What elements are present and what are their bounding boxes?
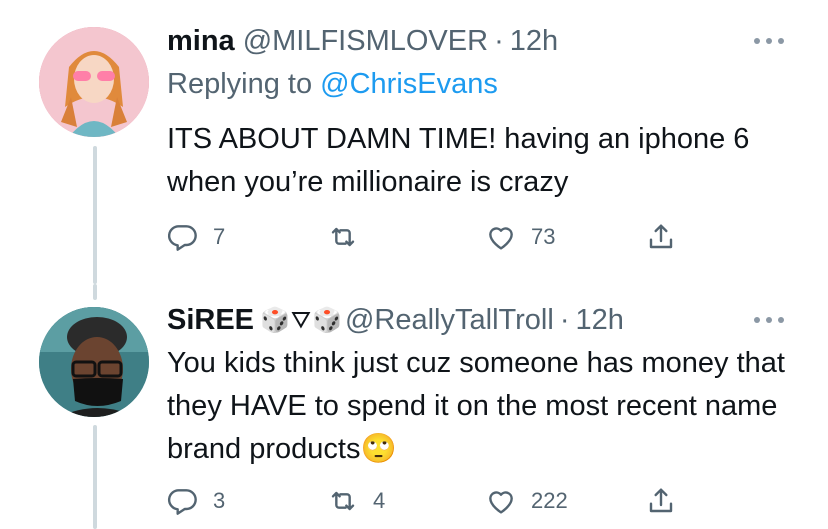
avatar-image bbox=[39, 27, 149, 137]
retweet-count: 4 bbox=[373, 488, 386, 513]
replying-to-label: Replying to bbox=[167, 68, 313, 100]
like-button[interactable]: 222 bbox=[485, 481, 568, 521]
more-icon[interactable] bbox=[754, 36, 784, 46]
reply-count: 3 bbox=[213, 488, 226, 513]
thread-line bbox=[93, 284, 97, 300]
tweet[interactable]: SiREE 🎲⛛🎲 @ReallyTallTroll · 12h You kid… bbox=[0, 284, 828, 529]
reply-button[interactable]: 7 bbox=[167, 217, 225, 257]
avatar[interactable] bbox=[39, 27, 149, 137]
display-name[interactable]: SiREE bbox=[167, 304, 254, 337]
retweet-button[interactable] bbox=[327, 217, 373, 257]
avatar[interactable] bbox=[39, 307, 149, 417]
action-bar: 3 4 222 bbox=[167, 481, 687, 521]
replying-to-link[interactable]: @ChrisEvans bbox=[320, 68, 498, 100]
name-emojis: 🎲⛛🎲 bbox=[260, 306, 343, 334]
action-bar: 7 73 bbox=[167, 217, 687, 257]
user-handle[interactable]: @ReallyTallTroll bbox=[345, 304, 554, 337]
tweet-text: You kids think just cuz someone has mone… bbox=[167, 347, 785, 465]
more-icon[interactable] bbox=[754, 315, 784, 325]
retweet-icon bbox=[331, 227, 355, 247]
retweet-button[interactable]: 4 bbox=[327, 481, 385, 521]
tweet-header: mina @MILFISMLOVER · 12h bbox=[167, 21, 558, 61]
timestamp[interactable]: 12h bbox=[576, 304, 624, 337]
share-icon bbox=[649, 224, 673, 249]
separator: · bbox=[494, 24, 504, 57]
timestamp[interactable]: 12h bbox=[510, 25, 558, 58]
replying-to: Replying to @ChrisEvans bbox=[167, 68, 498, 101]
heart-icon bbox=[489, 227, 513, 250]
share-button[interactable] bbox=[645, 217, 677, 257]
reply-icon bbox=[168, 489, 197, 515]
reply-count: 7 bbox=[213, 224, 226, 249]
share-button[interactable] bbox=[645, 481, 677, 521]
tweet-header: SiREE 🎲⛛🎲 @ReallyTallTroll · 12h bbox=[167, 300, 624, 340]
thread-line bbox=[93, 425, 97, 529]
heart-icon bbox=[489, 491, 513, 514]
tweet[interactable]: mina @MILFISMLOVER · 12h Replying to @Ch… bbox=[0, 0, 828, 284]
share-icon bbox=[649, 488, 673, 513]
thread-line bbox=[93, 146, 97, 284]
avatar-image bbox=[39, 307, 149, 417]
display-name[interactable]: mina bbox=[167, 25, 235, 58]
tweet-text: ITS ABOUT DAMN TIME! having an iphone 6 … bbox=[167, 123, 750, 198]
like-button[interactable]: 73 bbox=[485, 217, 555, 257]
user-handle[interactable]: @MILFISMLOVER bbox=[243, 25, 488, 58]
separator: · bbox=[559, 303, 570, 336]
retweet-icon bbox=[331, 491, 355, 511]
like-count: 222 bbox=[531, 488, 568, 513]
reply-button[interactable]: 3 bbox=[167, 481, 225, 521]
reply-icon bbox=[168, 225, 197, 251]
like-count: 73 bbox=[531, 224, 556, 249]
